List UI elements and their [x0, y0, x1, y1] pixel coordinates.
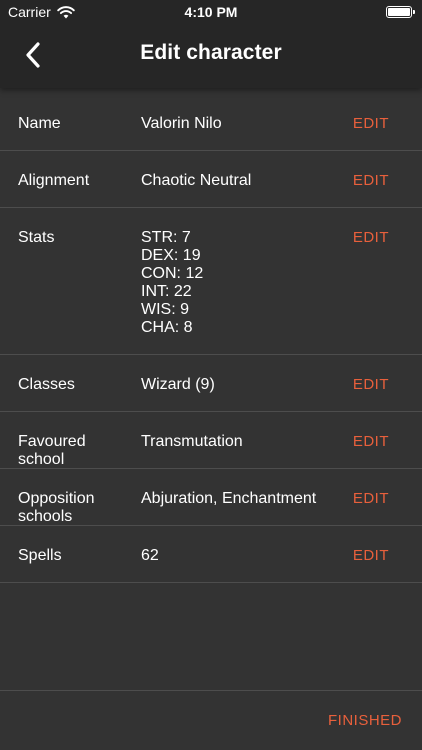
row-value: Transmutation: [141, 433, 243, 450]
stat-con: CON: 12: [141, 265, 204, 282]
edit-name-button[interactable]: EDIT: [353, 115, 389, 133]
stat-dex: DEX: 19: [141, 247, 201, 264]
page-title: Edit character: [140, 41, 282, 64]
edit-stats-button[interactable]: EDIT: [353, 229, 389, 247]
row-label: Stats: [18, 229, 55, 246]
status-bar: Carrier 4:10 PM: [0, 0, 422, 24]
row-value: 62: [141, 547, 159, 564]
row-classes: Classes Wizard (9) EDIT: [0, 355, 422, 412]
edit-favoured-school-button[interactable]: EDIT: [353, 433, 389, 451]
row-value: Chaotic Neutral: [141, 172, 252, 189]
edit-classes-button[interactable]: EDIT: [353, 376, 389, 394]
stat-wis: WIS: 9: [141, 301, 190, 318]
row-alignment: Alignment Chaotic Neutral EDIT: [0, 151, 422, 208]
edit-spells-button[interactable]: EDIT: [353, 547, 389, 565]
header: Carrier 4:10 PM Edit character: [0, 0, 422, 88]
edit-opposition-schools-button[interactable]: EDIT: [353, 490, 389, 508]
row-value: Wizard (9): [141, 376, 215, 393]
row-stats: Stats STR: 7 DEX: 19 CON: 12 INT: 22 WIS…: [0, 208, 422, 355]
row-name: Name Valorin Nilo EDIT: [0, 94, 422, 151]
row-label: Spells: [18, 547, 62, 564]
stats-values: STR: 7 DEX: 19 CON: 12 INT: 22 WIS: 9 CH…: [141, 229, 341, 337]
row-favoured-school: Favoured school Transmutation EDIT: [0, 412, 422, 469]
battery-icon: [386, 6, 415, 18]
stat-cha: CHA: 8: [141, 319, 193, 336]
character-field-list: Name Valorin Nilo EDIT Alignment Chaotic…: [0, 94, 422, 583]
row-value: Valorin Nilo: [141, 115, 222, 132]
row-value: Abjuration, Enchantment: [141, 490, 317, 507]
stat-int: INT: 22: [141, 283, 192, 300]
stat-str: STR: 7: [141, 229, 191, 246]
row-opposition-schools: Opposition schools Abjuration, Enchantme…: [0, 469, 422, 526]
row-spells: Spells 62 EDIT: [0, 526, 422, 583]
footer: FINISHED: [0, 690, 422, 750]
row-label: Alignment: [18, 172, 90, 189]
status-time: 4:10 PM: [184, 4, 238, 20]
nav-bar: Edit character: [0, 24, 422, 88]
edit-alignment-button[interactable]: EDIT: [353, 172, 389, 190]
row-label: Classes: [18, 376, 75, 393]
row-label: Name: [18, 115, 61, 132]
row-label: Favoured school: [18, 433, 86, 468]
finished-button[interactable]: FINISHED: [328, 712, 402, 729]
row-label: Opposition schools: [18, 490, 95, 525]
